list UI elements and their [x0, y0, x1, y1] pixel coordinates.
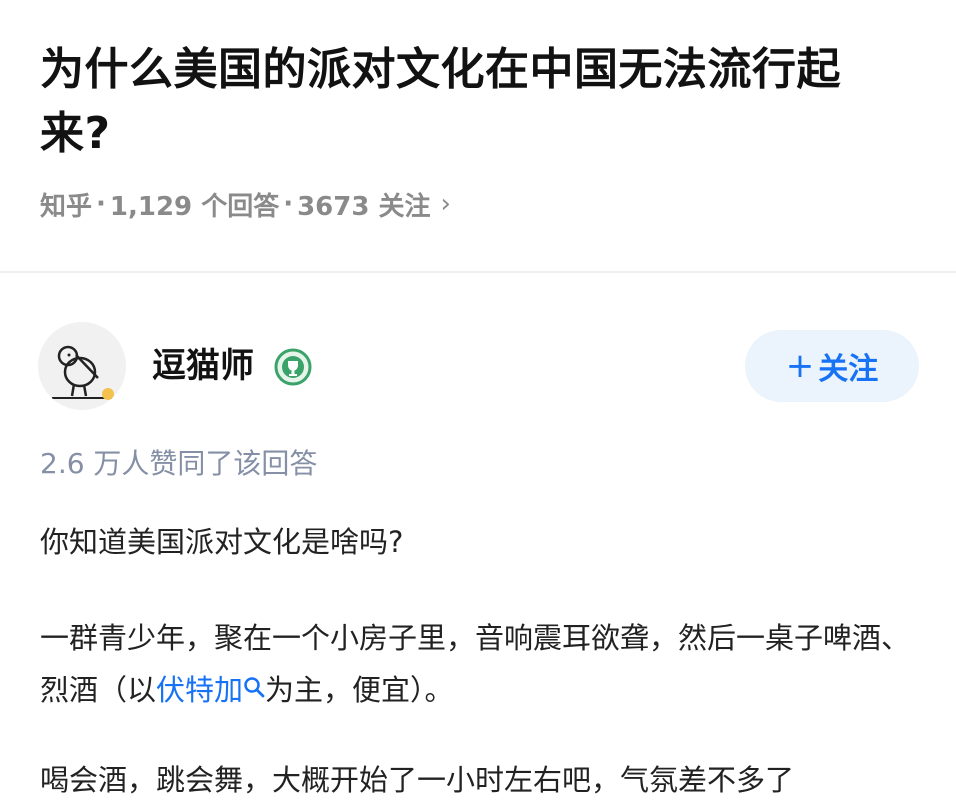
author-name[interactable]: 逗猫师 [152, 344, 254, 388]
keyword-link-text: 伏特加 [156, 673, 244, 707]
search-icon [244, 677, 265, 698]
source-label: 知乎 [40, 191, 93, 222]
follow-label: 关注 [818, 352, 879, 387]
paragraph-text: 为主，便宜）。 [265, 673, 454, 707]
answer-paragraph: 一群青少年，聚在一个小房子里，音响震耳欲聋，然后一桌子啤酒、烈酒（以伏特加 为主，… [40, 612, 920, 716]
vote-summary: 2.6 万人赞同了该回答 [40, 447, 318, 480]
follow-button[interactable]: + 关注 [745, 330, 919, 402]
keyword-search-link[interactable]: 伏特加 [156, 673, 265, 707]
follower-count: 3673 关注 [297, 191, 431, 222]
answer-paragraph: 喝会酒，跳会舞，大概开始了一小时左右吧，气氛差不多了 [40, 763, 795, 797]
question-header: 为什么美国的派对文化在中国无法流行起来? 知乎 · 1,129 个回答 · 36… [0, 0, 956, 272]
meta-separator: · [283, 189, 294, 219]
author-row: 逗猫师 + 关注 [0, 318, 956, 414]
chevron-right-icon: › [440, 189, 451, 219]
answer-paragraph: 你知道美国派对文化是啥吗? [40, 525, 404, 559]
section-divider [0, 271, 956, 273]
plus-icon: + [785, 346, 815, 386]
answer-count: 1,129 个回答 [109, 191, 280, 222]
question-meta[interactable]: 知乎 · 1,129 个回答 · 3673 关注 › [40, 184, 451, 224]
avatar[interactable] [38, 322, 126, 410]
question-title[interactable]: 为什么美国的派对文化在中国无法流行起来? [40, 38, 900, 166]
meta-separator: · [96, 189, 106, 219]
trophy-badge-icon [274, 348, 312, 386]
kiwi-bird-icon [38, 322, 126, 410]
